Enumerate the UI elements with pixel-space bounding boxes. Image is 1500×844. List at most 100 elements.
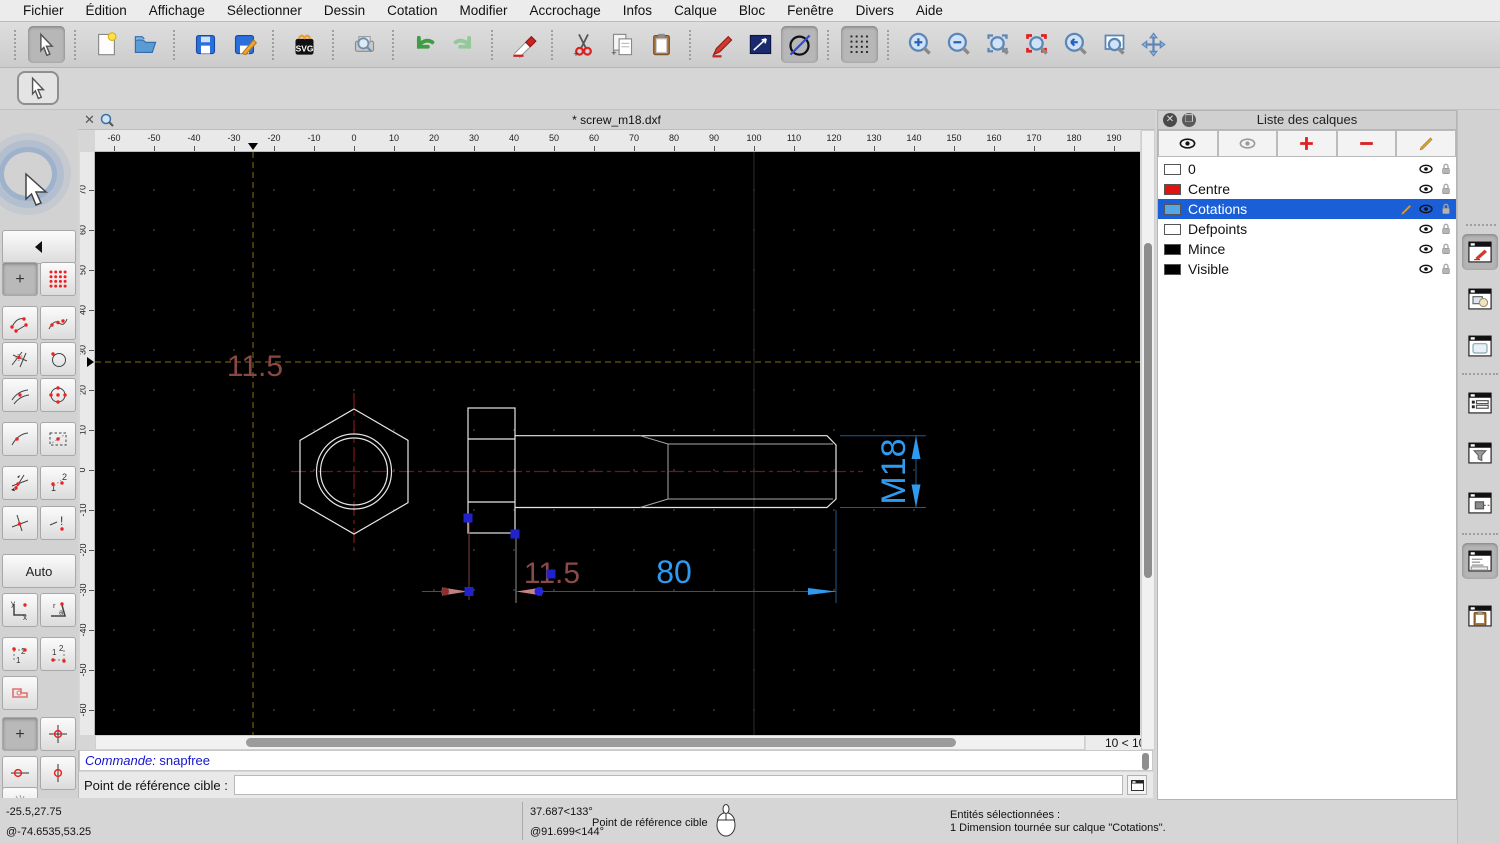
restrict-nothing-button[interactable]: + xyxy=(2,717,38,751)
layer-lock-icon[interactable] xyxy=(1436,221,1456,237)
layer-lock-icon[interactable] xyxy=(1436,181,1456,197)
select-tool-button[interactable] xyxy=(28,26,65,63)
layer-visibility-icon[interactable] xyxy=(1416,221,1436,237)
paste-button[interactable] xyxy=(643,26,680,63)
dock-library-browser-button[interactable] xyxy=(1462,328,1498,364)
menu-selectionner[interactable]: Sélectionner xyxy=(216,0,313,22)
dock-plugin-button[interactable] xyxy=(1462,485,1498,521)
layer-color-swatch[interactable] xyxy=(1164,203,1181,215)
restrict-horizontal-button[interactable] xyxy=(2,756,38,790)
layer-row-centre[interactable]: Centre xyxy=(1158,179,1456,199)
panel-float-icon[interactable]: ❐ xyxy=(1182,113,1196,127)
layer-row-mince[interactable]: Mince xyxy=(1158,239,1456,259)
layer-visibility-icon[interactable] xyxy=(1416,261,1436,277)
new-file-button[interactable] xyxy=(88,26,125,63)
layer-visibility-icon[interactable] xyxy=(1416,181,1436,197)
snap-on-entity-button[interactable] xyxy=(40,306,76,340)
menu-dessin[interactable]: Dessin xyxy=(313,0,376,22)
vertical-scrollbar[interactable] xyxy=(1141,130,1155,750)
dock-block-list-button[interactable] xyxy=(1462,281,1498,317)
menu-divers[interactable]: Divers xyxy=(845,0,905,22)
horizontal-scrollbar-thumb[interactable] xyxy=(246,738,956,747)
command-scrollbar-thumb[interactable] xyxy=(1142,753,1149,770)
copy-button[interactable]: + xyxy=(604,26,641,63)
restrict-ortho-button[interactable] xyxy=(40,717,76,751)
rel-point-12-button[interactable]: 12 xyxy=(2,637,38,671)
zoom-out-button[interactable] xyxy=(940,26,977,63)
snap-grid-area-button[interactable] xyxy=(40,422,76,456)
menu-bloc[interactable]: Bloc xyxy=(728,0,776,22)
layer-edit-icon[interactable] xyxy=(1396,202,1416,217)
snap-back-button[interactable] xyxy=(2,230,76,264)
snap-grid-button[interactable] xyxy=(40,262,76,296)
add-layer-button[interactable] xyxy=(1277,130,1337,157)
snap-order-button[interactable]: 12 xyxy=(40,466,76,500)
menu-fichier[interactable]: Fichier xyxy=(12,0,75,22)
restrict-vertical-button[interactable] xyxy=(40,756,76,790)
save-as-button[interactable] xyxy=(226,26,263,63)
pointer-tool-button[interactable] xyxy=(17,71,59,105)
layer-color-swatch[interactable] xyxy=(1164,263,1181,275)
pan-button[interactable] xyxy=(1135,26,1172,63)
layer-color-swatch[interactable] xyxy=(1164,163,1181,175)
grid-toggle-button[interactable] xyxy=(841,26,878,63)
layer-visibility-icon[interactable] xyxy=(1416,241,1436,257)
circle-tool-button[interactable] xyxy=(781,26,818,63)
hide-all-eye-button[interactable] xyxy=(1217,130,1278,157)
snap-distance-button[interactable] xyxy=(2,422,38,456)
save-button[interactable] xyxy=(187,26,224,63)
snap-endpoint-button[interactable] xyxy=(2,306,38,340)
svg-export-button[interactable]: SVG xyxy=(286,26,323,63)
snap-free-button[interactable]: + xyxy=(2,262,38,296)
menu-accrochage[interactable]: Accrochage xyxy=(518,0,611,22)
dock-layer-list-button[interactable] xyxy=(1462,385,1498,421)
menu-infos[interactable]: Infos xyxy=(612,0,663,22)
layer-row-cotations[interactable]: Cotations xyxy=(1158,199,1456,219)
show-all-eye-button[interactable] xyxy=(1158,130,1218,157)
layer-row-defpoints[interactable]: Defpoints xyxy=(1158,219,1456,239)
layer-lock-icon[interactable] xyxy=(1436,241,1456,257)
cut-button[interactable]: + xyxy=(565,26,602,63)
menu-edition[interactable]: Édition xyxy=(75,0,138,22)
command-input[interactable] xyxy=(233,775,1123,795)
remove-layer-button[interactable] xyxy=(1336,130,1397,157)
auto-snap-button[interactable]: Auto xyxy=(2,554,76,588)
line-tool-button[interactable] xyxy=(742,26,779,63)
snap-middle-button[interactable] xyxy=(2,378,38,412)
zoom-selection-button[interactable] xyxy=(1018,26,1055,63)
layer-row-visible[interactable]: Visible xyxy=(1158,259,1456,279)
layer-visibility-icon[interactable] xyxy=(1416,201,1436,217)
snap-perpendicular-button[interactable] xyxy=(2,506,38,540)
menu-fenetre[interactable]: Fenêtre xyxy=(776,0,845,22)
print-preview-button[interactable] xyxy=(346,26,383,63)
snap-none-button[interactable]: ! xyxy=(40,506,76,540)
ortho-tool-button[interactable] xyxy=(2,676,38,710)
rel-point-21-button[interactable]: 12 xyxy=(40,637,76,671)
coord-polar-button[interactable]: ra xyxy=(40,593,76,627)
menu-calque[interactable]: Calque xyxy=(663,0,728,22)
menu-aide[interactable]: Aide xyxy=(905,0,954,22)
menu-modifier[interactable]: Modifier xyxy=(448,0,518,22)
layer-row-0[interactable]: 0 xyxy=(1158,159,1456,179)
snap-nearest-button[interactable] xyxy=(2,466,38,500)
dock-clipboard-button[interactable] xyxy=(1462,598,1498,634)
draw-pen-button[interactable] xyxy=(703,26,740,63)
layer-color-swatch[interactable] xyxy=(1164,223,1181,235)
layer-lock-icon[interactable] xyxy=(1436,161,1456,177)
drawing-canvas[interactable]: 11.5 M18 80 xyxy=(95,152,1140,735)
delete-button[interactable] xyxy=(505,26,542,63)
horizontal-scrollbar[interactable] xyxy=(95,735,1085,750)
undo-button[interactable] xyxy=(406,26,443,63)
dock-pen-properties-button[interactable] xyxy=(1462,234,1498,270)
zoom-in-button[interactable] xyxy=(901,26,938,63)
snap-center-button[interactable] xyxy=(40,378,76,412)
edit-layer-button[interactable] xyxy=(1396,130,1456,157)
layer-color-swatch[interactable] xyxy=(1164,243,1181,255)
snap-intersection-button[interactable] xyxy=(2,342,38,376)
redo-button[interactable] xyxy=(445,26,482,63)
zoom-auto-button[interactable] xyxy=(979,26,1016,63)
open-file-button[interactable] xyxy=(127,26,164,63)
menu-cotation[interactable]: Cotation xyxy=(376,0,448,22)
command-detach-button[interactable] xyxy=(1127,775,1147,795)
zoom-window-button[interactable] xyxy=(1096,26,1133,63)
